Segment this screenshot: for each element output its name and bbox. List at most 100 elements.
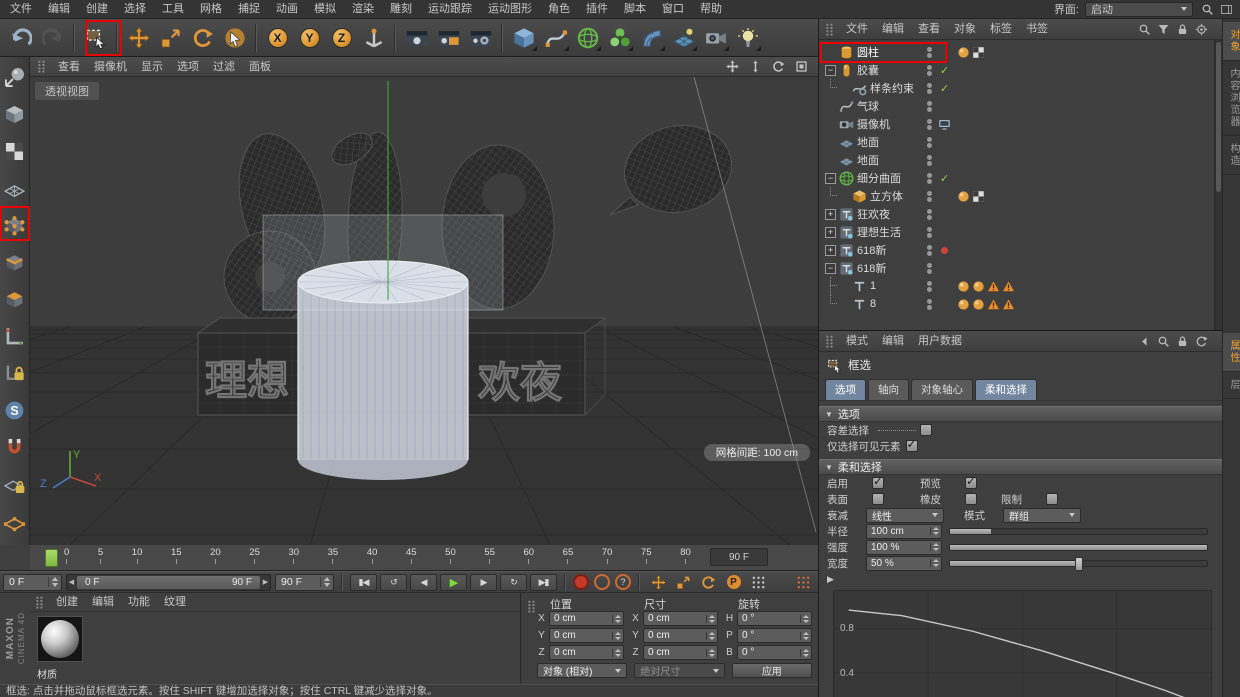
visibility-dots[interactable]: [922, 136, 936, 148]
record-parameter-toggle[interactable]: P: [722, 573, 745, 591]
stepper-icon[interactable]: [930, 527, 941, 535]
attribute-manager-menu-1[interactable]: 编辑: [875, 331, 911, 351]
menu-item-1[interactable]: 编辑: [40, 0, 78, 19]
search-icon[interactable]: [1136, 21, 1152, 37]
state-check[interactable]: ✓: [936, 172, 953, 185]
visibility-dots[interactable]: [922, 154, 936, 166]
edges-mode-button[interactable]: [2, 249, 28, 275]
falloff-dropdown[interactable]: 线性: [866, 507, 944, 523]
object-row-6[interactable]: 地面: [819, 151, 1214, 169]
panel-tab-0[interactable]: 属性: [1223, 333, 1240, 372]
last-tool-button[interactable]: [219, 22, 250, 53]
stepper-icon[interactable]: [930, 543, 941, 551]
preview-range-slider[interactable]: ◀ 0 F 90 F ▶: [66, 573, 271, 591]
pan-view-icon[interactable]: [724, 59, 740, 75]
rotate-tool-button[interactable]: [187, 22, 218, 53]
stepper-icon[interactable]: [800, 614, 811, 623]
value-field-strength[interactable]: 100 %: [866, 539, 942, 555]
timeline-tick-40[interactable]: 40: [367, 547, 377, 564]
timeline-tick-60[interactable]: 60: [524, 547, 534, 564]
current-frame-field[interactable]: 0 F: [3, 573, 62, 591]
mograph-button[interactable]: [604, 22, 635, 53]
panel-tab-1[interactable]: 内容浏览器: [1223, 61, 1240, 136]
move-tool-button[interactable]: [123, 22, 154, 53]
record-keyframe-button[interactable]: [573, 574, 589, 590]
expand-icon[interactable]: +: [825, 244, 836, 256]
menu-item-16[interactable]: 窗口: [654, 0, 692, 19]
timeline-tick-80[interactable]: 80: [680, 547, 691, 564]
option-checkbox-1[interactable]: [905, 437, 918, 452]
visibility-dots[interactable]: [922, 190, 936, 202]
coord-field-位置-X[interactable]: 0 cm: [549, 611, 624, 626]
polygons-mode-button[interactable]: [2, 286, 28, 312]
coord-field-位置-Y[interactable]: 0 cm: [549, 628, 624, 643]
prev-frame-button[interactable]: ◀: [410, 573, 437, 591]
play-backward-button[interactable]: ↺: [380, 573, 407, 591]
attribute-tab-2[interactable]: 对象轴心: [911, 379, 973, 400]
panel-tab-2[interactable]: 构造: [1223, 136, 1240, 175]
visibility-dots[interactable]: [922, 172, 936, 184]
timeline-tick-25[interactable]: 25: [249, 547, 260, 564]
timeline-tick-50[interactable]: 50: [445, 547, 456, 564]
timeline-tick-70[interactable]: 70: [602, 547, 612, 564]
object-manager-menu-0[interactable]: 文件: [839, 19, 875, 39]
menu-item-5[interactable]: 网格: [192, 0, 230, 19]
scrollbar[interactable]: [1214, 40, 1222, 330]
interface-dropdown[interactable]: 启动: [1085, 1, 1193, 17]
object-row-11[interactable]: +618新: [819, 241, 1214, 259]
timeline-tick-5[interactable]: 5: [98, 547, 103, 564]
redo-button[interactable]: [37, 22, 68, 53]
object-row-0[interactable]: 圆柱: [819, 43, 1214, 61]
visibility-dots[interactable]: [922, 118, 936, 130]
coord-field-位置-Z[interactable]: 0 cm: [549, 645, 624, 660]
lock-z-axis-button[interactable]: Z: [326, 22, 357, 53]
render-settings-button[interactable]: [465, 22, 496, 53]
preview-checkbox[interactable]: [965, 474, 977, 489]
range-bar[interactable]: 0 F 90 F: [77, 575, 260, 589]
render-picture-viewer-button[interactable]: [433, 22, 464, 53]
object-manager-menu-4[interactable]: 标签: [983, 19, 1019, 39]
radius-slider[interactable]: [949, 527, 1208, 535]
visibility-dots[interactable]: [922, 226, 936, 238]
falloff-curve[interactable]: 0.8 0.4: [833, 590, 1212, 697]
coord-field-旋转-P[interactable]: 0 °: [737, 628, 812, 643]
expand-icon[interactable]: +: [825, 208, 836, 220]
menu-item-11[interactable]: 运动跟踪: [420, 0, 480, 19]
attribute-tab-0[interactable]: 选项: [825, 379, 866, 400]
strength-slider[interactable]: [949, 543, 1208, 551]
play-button[interactable]: ▶: [440, 573, 467, 591]
value-field-radius[interactable]: 100 cm: [866, 523, 942, 539]
surface-checkbox[interactable]: [872, 493, 884, 505]
panel-tab-1[interactable]: 层: [1223, 372, 1240, 399]
object-row-7[interactable]: − 细分曲面 ✓: [819, 169, 1214, 187]
loop-button[interactable]: ↻: [500, 573, 527, 591]
attribute-tab-3[interactable]: 柔和选择: [975, 379, 1037, 400]
workplane-mode-button[interactable]: [2, 175, 28, 201]
menu-item-2[interactable]: 创建: [78, 0, 116, 19]
attribute-manager-menu-2[interactable]: 用户数据: [911, 331, 969, 351]
points-mode-button[interactable]: [2, 212, 28, 238]
visibility-dots[interactable]: [922, 280, 936, 292]
render-view-button[interactable]: [401, 22, 432, 53]
object-row-3[interactable]: 气球: [819, 97, 1214, 115]
record-position-toggle[interactable]: [647, 573, 670, 591]
object-row-9[interactable]: + 狂欢夜: [819, 205, 1214, 223]
object-row-5[interactable]: 地面: [819, 133, 1214, 151]
stepper-icon[interactable]: [48, 577, 61, 587]
mode-dropdown[interactable]: 群组: [1003, 507, 1081, 523]
state-red[interactable]: [936, 246, 953, 254]
material-thumbnail[interactable]: [37, 616, 83, 662]
object-manager-menu-1[interactable]: 编辑: [875, 19, 911, 39]
visibility-dots[interactable]: [922, 100, 936, 112]
grip-icon[interactable]: [34, 59, 50, 75]
menu-item-3[interactable]: 选择: [116, 0, 154, 19]
menu-item-14[interactable]: 插件: [578, 0, 616, 19]
search-icon[interactable]: [1199, 1, 1215, 17]
menu-item-9[interactable]: 渲染: [344, 0, 382, 19]
stepper-icon[interactable]: [612, 648, 623, 657]
option-checkbox-0[interactable]: [920, 424, 932, 436]
material-menu-2[interactable]: 功能: [121, 592, 157, 612]
curve-expand-icon[interactable]: ▶: [827, 574, 834, 585]
grip-icon[interactable]: [822, 21, 838, 37]
coord-field-尺寸-Y[interactable]: 0 cm: [643, 628, 718, 643]
